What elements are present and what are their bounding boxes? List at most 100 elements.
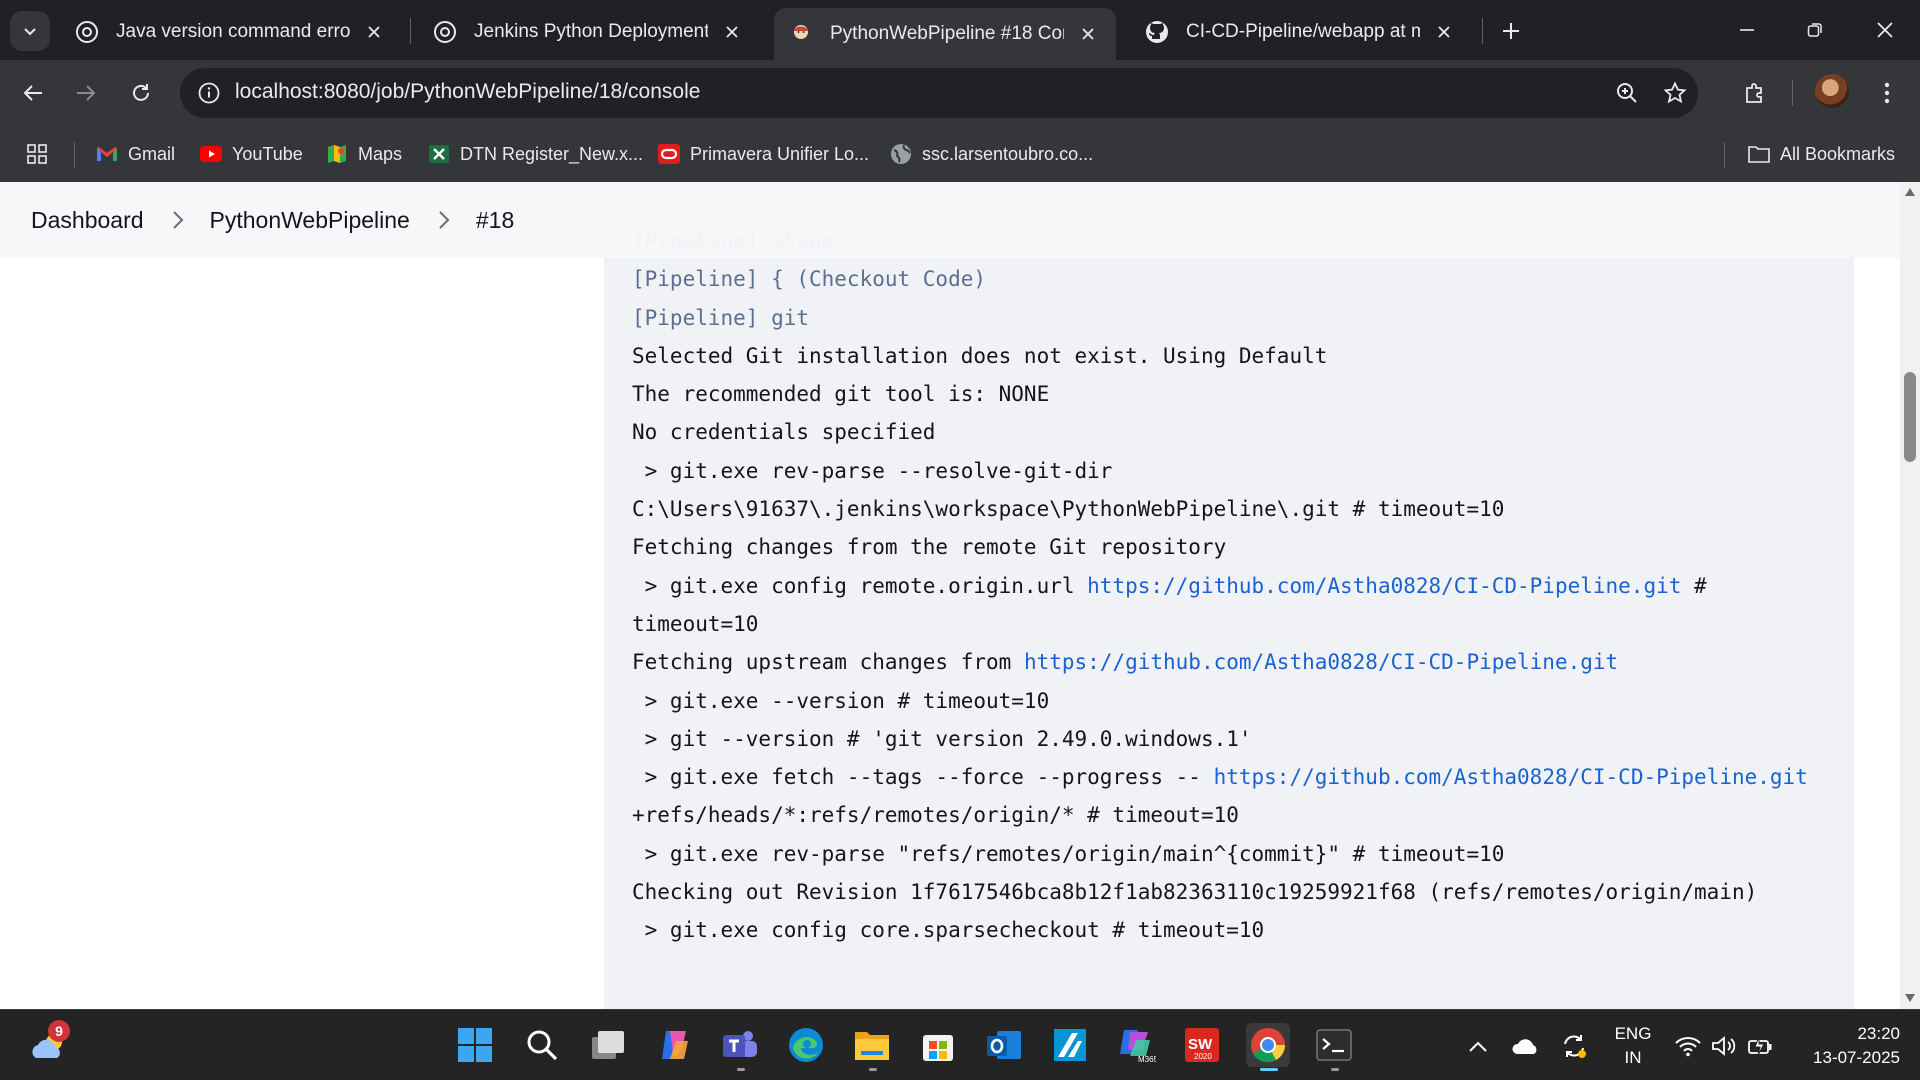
show-hidden-icons-button[interactable] bbox=[1462, 1030, 1494, 1062]
chevron-right-icon[interactable] bbox=[432, 208, 456, 232]
tab-jenkins-deployment[interactable]: Jenkins Python Deployment Pip bbox=[418, 8, 760, 56]
task-view-button[interactable] bbox=[586, 1023, 630, 1067]
maps-icon bbox=[326, 143, 348, 165]
console-line: [Pipeline] git bbox=[632, 299, 1842, 337]
svg-text:2020: 2020 bbox=[1194, 1052, 1212, 1061]
repository-link[interactable]: https://github.com/Astha0828/CI-CD-Pipel… bbox=[1087, 574, 1681, 598]
extensions-button[interactable] bbox=[1736, 74, 1774, 112]
arrow-right-icon bbox=[77, 85, 96, 101]
bookmark-label: YouTube bbox=[232, 143, 303, 164]
all-bookmarks-label: All Bookmarks bbox=[1780, 143, 1896, 164]
chevron-right-icon[interactable] bbox=[166, 208, 190, 232]
chatgpt-icon bbox=[432, 19, 458, 45]
task-view-icon bbox=[592, 1031, 624, 1059]
console-line-text: > git --version # 'git version 2.49.0.wi… bbox=[632, 726, 1252, 751]
taskbar-edge[interactable] bbox=[784, 1023, 828, 1067]
tab-github-webapp[interactable]: CI-CD-Pipeline/webapp at main bbox=[1130, 8, 1472, 56]
close-tab-icon[interactable] bbox=[360, 18, 388, 46]
bookmark-label: Primavera Unifier Lo... bbox=[690, 143, 870, 164]
repository-link[interactable]: https://github.com/Astha0828/CI-CD-Pipel… bbox=[1024, 650, 1618, 674]
console-line: > git.exe rev-parse --resolve-git-dir bbox=[632, 452, 1842, 490]
chrome-icon bbox=[1251, 1028, 1285, 1063]
scroll-down-icon[interactable] bbox=[1904, 992, 1916, 1004]
bookmark-primavera[interactable]: Primavera Unifier Lo... bbox=[658, 139, 869, 169]
taskbar-search[interactable] bbox=[520, 1023, 564, 1067]
console-line-text: Fetching upstream changes from bbox=[632, 650, 1024, 675]
console-line: Checking out Revision 1f7617546bca8b12f1… bbox=[632, 873, 1842, 911]
primavera-icon bbox=[658, 143, 680, 165]
taskbar-file-explorer[interactable] bbox=[850, 1023, 894, 1071]
taskbar-teams[interactable] bbox=[718, 1023, 762, 1071]
taskbar-copilot[interactable] bbox=[652, 1023, 696, 1067]
apps-button[interactable] bbox=[26, 139, 58, 169]
new-tab-button[interactable] bbox=[1494, 14, 1528, 48]
console-line: Fetching changes from the remote Git rep… bbox=[632, 528, 1842, 566]
bookmark-label: Gmail bbox=[128, 143, 176, 164]
minimize-icon bbox=[1740, 29, 1754, 31]
back-button[interactable] bbox=[14, 74, 52, 112]
minimize-button[interactable] bbox=[1724, 10, 1770, 50]
all-bookmarks-button[interactable]: All Bookmarks bbox=[1748, 139, 1895, 169]
console-line: Fetching upstream changes from https://g… bbox=[632, 643, 1842, 681]
console-line-text: +refs/heads/*:refs/remotes/origin/* # ti… bbox=[632, 803, 1239, 828]
console-line-text: timeout=10 bbox=[632, 611, 759, 636]
bookmark-youtube[interactable]: YouTube bbox=[200, 139, 303, 169]
breadcrumb-job[interactable]: PythonWebPipeline bbox=[210, 207, 410, 234]
taskbar-autodesk[interactable] bbox=[1048, 1023, 1092, 1067]
browser-menu-button[interactable] bbox=[1868, 74, 1906, 112]
profile-avatar[interactable] bbox=[1815, 74, 1849, 108]
wifi-tray-icon[interactable] bbox=[1672, 1030, 1704, 1062]
restore-button[interactable] bbox=[1792, 10, 1838, 50]
start-button[interactable] bbox=[453, 1023, 497, 1067]
volume-tray-icon[interactable] bbox=[1708, 1030, 1740, 1062]
scrollbar-thumb[interactable] bbox=[1904, 372, 1916, 462]
chatgpt-icon bbox=[74, 19, 100, 45]
console-line-text: The recommended git tool is: NONE bbox=[632, 382, 1050, 407]
console-log: [Pipeline] stage[Pipeline] { (Checkout C… bbox=[632, 222, 1842, 950]
bookmark-ssc[interactable]: ssc.larsentoubro.co... bbox=[890, 139, 1093, 169]
zoom-icon[interactable] bbox=[1612, 78, 1642, 108]
site-info-icon[interactable] bbox=[194, 78, 224, 108]
console-line-text: > git.exe rev-parse --resolve-git-dir bbox=[632, 458, 1113, 483]
taskbar-store[interactable] bbox=[916, 1023, 960, 1067]
tab-search-button[interactable] bbox=[10, 11, 50, 51]
page-scrollbar[interactable] bbox=[1900, 182, 1920, 1009]
breadcrumb-build[interactable]: #18 bbox=[476, 207, 514, 234]
taskbar-terminal[interactable] bbox=[1312, 1023, 1356, 1071]
console-line: +refs/heads/*:refs/remotes/origin/* # ti… bbox=[632, 796, 1842, 834]
taskbar-solidworks[interactable]: SW 2020 bbox=[1180, 1023, 1224, 1067]
scroll-up-icon[interactable] bbox=[1904, 186, 1916, 198]
bookmark-gmail[interactable]: Gmail bbox=[96, 139, 175, 169]
console-line: The recommended git tool is: NONE bbox=[632, 375, 1842, 413]
taskbar-m365[interactable]: M365 bbox=[1114, 1023, 1158, 1067]
battery-tray-icon[interactable] bbox=[1744, 1030, 1776, 1062]
terminal-icon bbox=[1316, 1029, 1352, 1061]
tab-title: CI-CD-Pipeline/webapp at main bbox=[1186, 21, 1420, 42]
close-tab-icon[interactable] bbox=[1430, 18, 1458, 46]
tab-java-version-error[interactable]: Java version command error bbox=[60, 8, 402, 56]
breadcrumb-dashboard[interactable]: Dashboard bbox=[31, 207, 144, 234]
system-clock[interactable]: 23:20 13-07-2025 bbox=[1790, 1022, 1900, 1070]
sync-tray-icon[interactable] bbox=[1558, 1030, 1590, 1062]
taskbar-chrome[interactable] bbox=[1246, 1023, 1290, 1071]
youtube-icon bbox=[200, 143, 222, 165]
onedrive-tray-icon[interactable] bbox=[1510, 1030, 1542, 1062]
bookmark-maps[interactable]: Maps bbox=[326, 139, 402, 169]
autodesk-icon bbox=[1054, 1029, 1086, 1061]
reload-button[interactable] bbox=[122, 74, 160, 112]
taskbar-outlook[interactable] bbox=[982, 1023, 1026, 1067]
bookmark-label: DTN Register_New.x... bbox=[460, 143, 644, 164]
search-icon bbox=[527, 1030, 558, 1061]
close-window-button[interactable] bbox=[1862, 10, 1908, 50]
close-tab-icon[interactable] bbox=[1074, 20, 1102, 48]
bookmark-star-icon[interactable] bbox=[1660, 78, 1690, 108]
bookmark-dtn-register[interactable]: DTN Register_New.x... bbox=[428, 139, 643, 169]
address-bar[interactable]: localhost:8080/job/PythonWebPipeline/18/… bbox=[180, 68, 1698, 118]
repository-link[interactable]: https://github.com/Astha0828/CI-CD-Pipel… bbox=[1214, 765, 1808, 789]
language-indicator[interactable]: ENG IN bbox=[1610, 1022, 1656, 1070]
toolbar-divider bbox=[1792, 80, 1793, 106]
tab-jenkins-console[interactable]: PythonWebPipeline #18 Consol bbox=[774, 8, 1116, 60]
forward-button[interactable] bbox=[67, 74, 105, 112]
url-text[interactable]: localhost:8080/job/PythonWebPipeline/18/… bbox=[235, 80, 700, 104]
close-tab-icon[interactable] bbox=[718, 18, 746, 46]
